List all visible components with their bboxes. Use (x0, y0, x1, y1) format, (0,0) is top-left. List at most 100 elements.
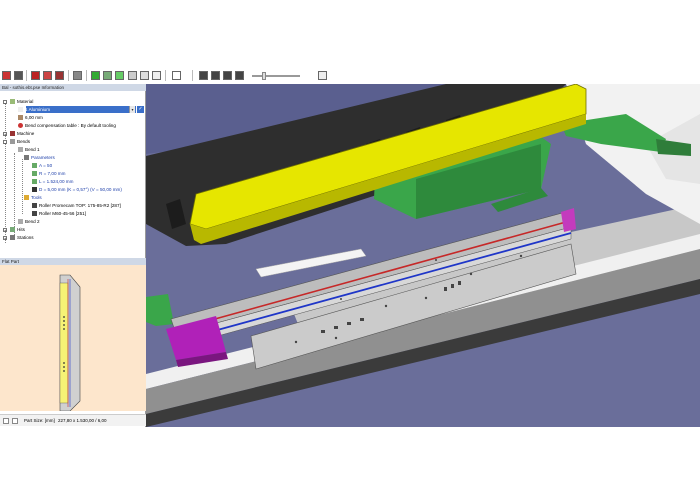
param-d-value: D = 5,00 mm (K = 0,57°) (V = 50,00 mm) (39, 187, 122, 192)
tool-bottom-label: Roller M60-45-56 [251] (39, 211, 86, 216)
param-l-value: L = 1.524,00 mm (39, 179, 74, 184)
animation-slider-thumb[interactable] (262, 72, 266, 80)
tree-node-thickness[interactable]: 6,00 mm (18, 114, 43, 121)
tree-line (22, 159, 23, 214)
stations-label: Stations (17, 235, 34, 240)
bend-comp-label: Bend compensation table : By default too… (25, 123, 116, 128)
3d-scene (146, 83, 700, 427)
animation-slider-track[interactable] (252, 75, 300, 77)
material-expander[interactable]: - (3, 100, 7, 105)
tree-node-material[interactable]: Material (10, 98, 33, 105)
machine-label: Machine (17, 131, 35, 136)
top-tool-icon (32, 203, 37, 209)
tool-next-icon[interactable] (223, 71, 232, 80)
toolbar-separator (68, 70, 69, 81)
tool-prev-icon[interactable] (211, 71, 220, 80)
thickness-value: 6,00 mm (25, 115, 43, 120)
tree-node-tools[interactable]: Tools (24, 194, 42, 201)
radius-icon (32, 171, 37, 177)
material-edit-button[interactable]: ✓ (137, 106, 144, 113)
angle-icon (32, 163, 37, 169)
tool-wire-icon[interactable] (152, 71, 161, 80)
bend-comp-icon (18, 123, 23, 129)
flat-part-flange (59, 282, 69, 404)
tree-line (5, 103, 6, 243)
machine-icon (10, 131, 15, 137)
stations-expander[interactable]: + (3, 236, 7, 241)
param-a-value: A = 50 (39, 163, 53, 168)
tree-node-param-d[interactable]: D = 5,00 mm (K = 0,57°) (V = 50,00 mm) (32, 186, 122, 193)
bends-expander[interactable]: - (3, 140, 7, 145)
zoom-out-icon[interactable] (12, 418, 18, 424)
part-size-status: Part Size: [mm] 227,80 x 1.530,00 / 6,00 (0, 414, 146, 426)
3d-viewport[interactable] (146, 83, 700, 427)
stations-icon (10, 235, 15, 241)
tool-top-label: Roller Promecam TOP: 175-85-R2 [287] (39, 203, 121, 208)
tree-node-bend-1[interactable]: Bend 1 (18, 146, 40, 153)
aluminium-icon (18, 107, 23, 113)
tree-node-hits[interactable]: Hits (10, 226, 25, 233)
material-icon (10, 99, 15, 105)
tree-node-machine[interactable]: Machine (10, 130, 34, 137)
tree-node-param-r[interactable]: R = 7,00 mm (32, 170, 65, 177)
material-dropdown-arrow[interactable]: ▾ (129, 106, 135, 113)
bottom-blank-area (0, 427, 700, 500)
part-size-value: 227,80 x 1.530,00 / 6,00 (58, 418, 107, 423)
tool-machine-icon[interactable] (31, 71, 40, 80)
material-value: 1 Aluminium (25, 107, 51, 112)
zoom-in-icon[interactable] (3, 418, 9, 424)
toolbar-separator (86, 70, 87, 81)
toolbar-separator (165, 70, 166, 81)
bottom-tool-icon (32, 211, 37, 217)
tool-last-icon[interactable] (235, 71, 244, 80)
tool-part-icon[interactable] (43, 71, 52, 80)
flat-part-view[interactable] (0, 265, 146, 412)
parameters-icon (24, 155, 29, 161)
tree-node-tool-top[interactable]: Roller Promecam TOP: 175-85-R2 [287] (32, 202, 121, 209)
tool-expand-icon[interactable] (318, 71, 327, 80)
bend-icon (18, 219, 23, 225)
thickness-icon (18, 115, 23, 121)
flat-part-drawing (59, 274, 81, 412)
tree-node-bends[interactable]: Bends (10, 138, 30, 145)
tree-node-tool-bottom[interactable]: Roller M60-45-56 [251] (32, 210, 86, 217)
tool-3d-icon[interactable] (115, 71, 124, 80)
material-label: Material (17, 99, 34, 104)
depth-icon (32, 187, 37, 193)
part-size-label: Part Size: [mm] (24, 418, 55, 423)
tree-node-material-value[interactable]: 1 Aluminium (18, 106, 50, 113)
tool-bend-icon[interactable] (55, 71, 64, 80)
param-r-value: R = 7,00 mm (39, 171, 66, 176)
tools-folder-icon (24, 195, 29, 201)
tool-green-icon[interactable] (91, 71, 100, 80)
tree-line (14, 153, 15, 237)
bends-label: Bends (17, 139, 31, 144)
tree-node-param-a[interactable]: A = 50 (32, 162, 52, 169)
hits-expander[interactable]: + (3, 228, 7, 233)
machine-expander[interactable]: + (3, 132, 7, 137)
toolbar-separator (26, 70, 27, 81)
main-toolbar (0, 68, 700, 84)
tool-settings-icon[interactable] (73, 71, 82, 80)
tool-select-icon[interactable] (172, 71, 181, 80)
tool-box-icon[interactable] (140, 71, 149, 80)
info-panel: Bal - sothis.ebt.pse Information ▾ ✓ - M… (0, 84, 146, 427)
tool-view-icon[interactable] (103, 71, 112, 80)
toolbar-separator (192, 70, 193, 81)
tool-cube-icon[interactable] (128, 71, 137, 80)
bend-2-label: Bend 2 (25, 219, 40, 224)
tree-node-stations[interactable]: Stations (10, 234, 34, 241)
length-icon (32, 179, 37, 185)
tree-node-parameters[interactable]: Parameters (24, 154, 55, 161)
hits-label: Hits (17, 227, 25, 232)
bend-icon (18, 147, 23, 153)
tool-red-icon[interactable] (2, 71, 11, 80)
panel-title: Bal - sothis.ebt.pse Information (0, 84, 146, 91)
tool-dark-icon[interactable] (14, 71, 23, 80)
tool-first-icon[interactable] (199, 71, 208, 80)
tree-node-bend-2[interactable]: Bend 2 (18, 218, 40, 225)
tree-node-bend-comp[interactable]: Bend compensation table : By default too… (18, 122, 116, 129)
tree-node-param-l[interactable]: L = 1.524,00 mm (32, 178, 73, 185)
hits-icon (10, 227, 15, 233)
parameters-label: Parameters (31, 155, 55, 160)
